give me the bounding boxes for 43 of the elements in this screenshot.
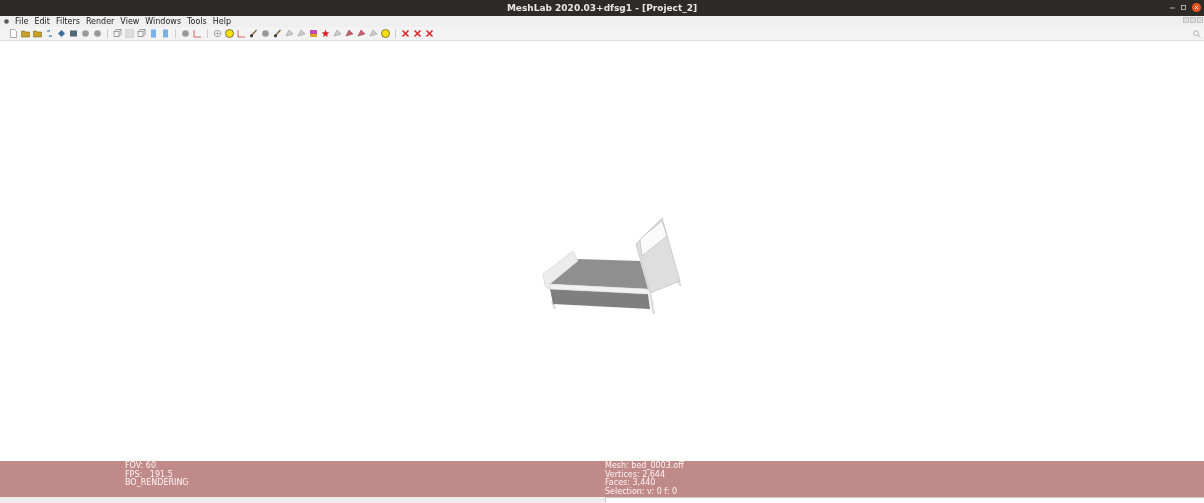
circle-icon[interactable] — [225, 29, 234, 38]
axes-icon[interactable] — [193, 29, 202, 38]
x-icon[interactable] — [425, 29, 434, 38]
maximize-icon[interactable] — [1181, 5, 1186, 10]
menu-item[interactable]: Tools — [187, 17, 207, 26]
menu-item[interactable]: Help — [212, 17, 232, 26]
x-icon[interactable] — [401, 29, 410, 38]
app-logo-icon — [4, 19, 9, 24]
menu-item[interactable]: Windows — [145, 17, 182, 26]
star-icon[interactable] — [321, 29, 330, 38]
brush-icon[interactable] — [273, 29, 282, 38]
ball-icon[interactable] — [261, 29, 270, 38]
sphere-icon[interactable] — [181, 29, 190, 38]
info-text: FOV: 60 — [125, 462, 157, 470]
menu-item[interactable]: Edit — [34, 17, 50, 26]
window-title: MeshLab 2020.03+dfsg1 - [Project_2] — [506, 3, 698, 13]
menu-item[interactable]: View — [120, 17, 140, 26]
menu-item[interactable]: Render — [85, 17, 115, 26]
cube-icon[interactable] — [113, 29, 122, 38]
axes-icon[interactable] — [237, 29, 246, 38]
brush-icon[interactable] — [249, 29, 258, 38]
minimize-icon[interactable] — [1170, 5, 1175, 10]
info-text: Mesh: bed_0003.off — [605, 462, 684, 471]
dotted-cube-icon[interactable] — [125, 29, 134, 38]
image-icon[interactable] — [69, 29, 78, 38]
search-icon[interactable] — [1193, 30, 1201, 38]
paint-icon[interactable] — [309, 29, 318, 38]
input-field[interactable] — [605, 497, 1204, 503]
x-icon[interactable] — [413, 29, 422, 38]
reload-icon[interactable] — [45, 29, 54, 38]
new-file-icon[interactable] — [9, 29, 18, 38]
info-text: Faces: 3,440 — [605, 479, 656, 487]
menu-item[interactable]: Filters — [55, 17, 80, 26]
diamond-icon[interactable] — [57, 29, 66, 38]
close-icon[interactable] — [1192, 3, 1201, 12]
cube-icon[interactable] — [137, 29, 146, 38]
info-text: Vertices: 2,644 — [605, 470, 666, 479]
crosshair-icon[interactable] — [213, 29, 222, 38]
info-text: Selection: v: 0 f: 0 — [605, 487, 679, 496]
info-circle-icon[interactable] — [381, 29, 390, 38]
menu-item[interactable]: File — [15, 17, 29, 26]
info-text: BO_RENDERING — [125, 479, 190, 488]
info-text: FPS: 191.5 — [125, 470, 173, 479]
